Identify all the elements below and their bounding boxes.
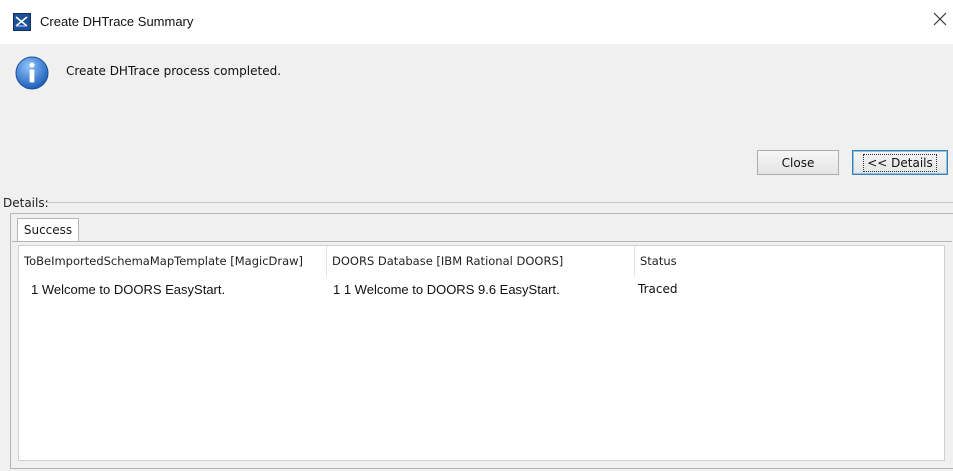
- tab-success[interactable]: Success: [17, 218, 79, 241]
- cell-source: 1 Welcome to DOORS EasyStart.: [31, 281, 226, 297]
- info-icon: [15, 56, 49, 90]
- details-toggle-button[interactable]: << Details: [852, 150, 948, 175]
- column-header-status[interactable]: Status: [635, 246, 944, 276]
- title-bar: Create DHTrace Summary: [0, 0, 953, 44]
- tab-strip-border: [12, 241, 952, 242]
- column-header-source[interactable]: ToBeImportedSchemaMapTemplate [MagicDraw…: [19, 246, 327, 276]
- results-table: ToBeImportedSchemaMapTemplate [MagicDraw…: [18, 245, 945, 461]
- details-section-label: Details:: [3, 196, 49, 210]
- app-icon: [13, 13, 31, 31]
- cell-status: Traced: [638, 282, 678, 296]
- details-separator: [44, 202, 953, 203]
- column-header-target[interactable]: DOORS Database [IBM Rational DOORS]: [327, 246, 635, 276]
- table-header: ToBeImportedSchemaMapTemplate [MagicDraw…: [19, 246, 944, 277]
- close-button-label: Close: [781, 155, 815, 170]
- window-title: Create DHTrace Summary: [40, 14, 194, 29]
- dialog-body: Create DHTrace process completed. Close …: [0, 44, 953, 471]
- close-button[interactable]: Close: [757, 150, 839, 175]
- details-button-label: << Details: [863, 153, 937, 172]
- table-row[interactable]: 1 Welcome to DOORS EasyStart. 1 1 Welcom…: [19, 276, 944, 302]
- cell-target: 1 1 Welcome to DOORS 9.6 EasyStart.: [333, 281, 560, 297]
- close-icon[interactable]: [932, 11, 948, 27]
- status-message: Create DHTrace process completed.: [66, 64, 282, 78]
- tab-success-label: Success: [23, 223, 73, 237]
